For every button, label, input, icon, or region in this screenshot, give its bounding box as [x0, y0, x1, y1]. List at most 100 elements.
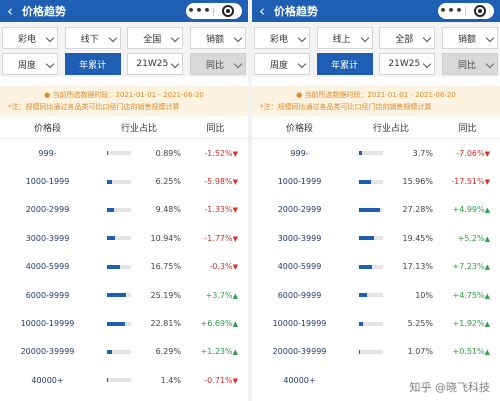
- ytd-button[interactable]: 年累计: [64, 53, 121, 75]
- share-cell: 6.29%: [95, 347, 183, 356]
- share-value: 1.07%: [407, 347, 433, 357]
- share-bar: [359, 151, 383, 156]
- yoy-dropdown[interactable]: 同比: [441, 53, 498, 75]
- share-bar-fill: [359, 293, 367, 298]
- back-icon[interactable]: ‹: [254, 0, 270, 22]
- chevron-down-icon: [297, 59, 307, 69]
- price-range-label: 6000-9999: [25, 290, 70, 300]
- table-row[interactable]: 999- 3.7% -7.06%▼: [252, 139, 500, 167]
- share-bar: [359, 236, 383, 241]
- header-price-range[interactable]: 价格段: [252, 121, 347, 134]
- region-dropdown[interactable]: 全国: [127, 27, 184, 49]
- table-row[interactable]: 40000+ 1.4% -0.71%▼: [0, 366, 248, 394]
- more-icon[interactable]: •••: [186, 3, 213, 19]
- table-row[interactable]: 10000-19999 22.81% +6.69%▲: [0, 309, 248, 337]
- arrow-down-icon: ▼: [232, 376, 238, 385]
- filter-label: 全部: [395, 34, 414, 45]
- share-bar-fill: [107, 264, 120, 269]
- table-row[interactable]: 2000-2999 9.48% -1.33%▼: [0, 196, 248, 224]
- metric-dropdown[interactable]: 销额: [441, 27, 498, 49]
- yoy-value: -1.77%: [204, 233, 233, 243]
- share-bar: [359, 264, 383, 269]
- filter-bar: 彩电 线下 全国 销额 周度 年累计 21W25 同比: [0, 22, 248, 77]
- share-value: 19.45%: [402, 233, 433, 243]
- table-row[interactable]: 3000-3999 10.94% -1.77%▼: [0, 224, 248, 252]
- metric-dropdown[interactable]: 销额: [189, 27, 246, 49]
- back-icon[interactable]: ‹: [2, 0, 18, 22]
- share-bar: [359, 349, 383, 354]
- notice-footnote: *注：规模同比通过各品类可比口径门店的销售规模计算: [8, 103, 180, 111]
- share-bar-fill: [107, 179, 112, 184]
- price-range-label: 10000-19999: [20, 319, 75, 329]
- filter-label: 同比: [457, 60, 476, 71]
- table-row[interactable]: 6000-9999 10% +4.75%▲: [252, 281, 500, 309]
- page-title: 价格趋势: [22, 5, 66, 18]
- table-row[interactable]: 4000-5999 16.75% -0.3%▼: [0, 253, 248, 281]
- header-yoy[interactable]: 同比: [435, 121, 500, 134]
- table-header: 价格段 行业占比 同比: [0, 116, 248, 139]
- table-row[interactable]: 3000-3999 19.45% +5.2%▲: [252, 224, 500, 252]
- close-miniapp-icon[interactable]: [214, 5, 241, 17]
- page-title: 价格趋势: [274, 5, 318, 18]
- table-row[interactable]: 999- 0.89% -1.52%▼: [0, 139, 248, 167]
- week-dropdown[interactable]: 21W25: [127, 53, 184, 75]
- share-cell: 22.81%: [95, 319, 183, 328]
- table-row[interactable]: 1000-1999 15.96% -17.51%▼: [252, 167, 500, 195]
- share-cell: 3.7%: [347, 149, 435, 158]
- table-row[interactable]: 20000-39999 6.29% +1.23%▲: [0, 338, 248, 366]
- share-value: 25.19%: [150, 290, 181, 300]
- period-dropdown[interactable]: 周度: [2, 53, 58, 75]
- channel-dropdown[interactable]: 线下: [64, 27, 121, 49]
- share-value: 16.75%: [150, 262, 181, 272]
- arrow-down-icon: ▼: [232, 234, 238, 243]
- category-dropdown[interactable]: 彩电: [2, 27, 58, 49]
- share-bar-fill: [359, 236, 374, 241]
- close-miniapp-icon[interactable]: [466, 5, 493, 17]
- filter-label: 同比: [205, 60, 224, 71]
- price-range-label: 20000-39999: [20, 347, 75, 357]
- header-price-range[interactable]: 价格段: [0, 121, 95, 134]
- share-cell: 5.25%: [347, 319, 435, 328]
- category-dropdown[interactable]: 彩电: [254, 27, 310, 49]
- table-row[interactable]: 6000-9999 25.19% +3.7%▲: [0, 281, 248, 309]
- header-yoy[interactable]: 同比: [183, 121, 248, 134]
- price-range-label: 2000-2999: [277, 205, 322, 215]
- week-dropdown[interactable]: 21W25: [379, 53, 436, 75]
- notice-footnote: *注：规模同比通过各品类可比口径门店的销售规模计算: [260, 103, 432, 111]
- arrow-up-icon: ▲: [232, 320, 238, 329]
- price-range-label: 3000-3999: [25, 233, 70, 243]
- ytd-button[interactable]: 年累计: [316, 53, 373, 75]
- arrow-up-icon: ▲: [484, 348, 490, 357]
- yoy-value: -17.51%: [451, 177, 485, 187]
- share-cell: 1.07%: [347, 347, 435, 356]
- share-bar: [359, 207, 383, 212]
- share-bar-fill: [359, 349, 360, 354]
- filter-label: 销额: [457, 34, 476, 45]
- table-row[interactable]: 20000-39999 1.07% +0.51%▲: [252, 338, 500, 366]
- share-bar-fill: [107, 321, 125, 326]
- miniapp-capsule: •••: [186, 3, 242, 19]
- share-value: 15.96%: [402, 177, 433, 187]
- header-industry-share[interactable]: 行业占比: [95, 121, 183, 134]
- table-row[interactable]: 2000-2999 27.28% +4.99%▲: [252, 196, 500, 224]
- more-icon[interactable]: •••: [438, 3, 465, 19]
- share-bar: [107, 236, 131, 241]
- share-cell: 9.48%: [95, 205, 183, 214]
- chevron-down-icon: [45, 59, 55, 69]
- yoy-cell: +7.23%▲: [435, 262, 500, 271]
- price-range-label: 1000-1999: [277, 177, 322, 187]
- table-row[interactable]: 4000-5999 17.13% +7.23%▲: [252, 253, 500, 281]
- table-row[interactable]: 10000-19999 5.25% +1.92%▲: [252, 309, 500, 337]
- price-range-label: 20000-39999: [272, 347, 327, 357]
- channel-dropdown[interactable]: 线上: [316, 27, 373, 49]
- yoy-dropdown[interactable]: 同比: [189, 53, 246, 75]
- share-value: 10%: [415, 290, 433, 300]
- yoy-value: +0.51%: [452, 347, 485, 357]
- header-industry-share[interactable]: 行业占比: [347, 121, 435, 134]
- region-dropdown[interactable]: 全部: [379, 27, 436, 49]
- arrow-up-icon: ▲: [232, 291, 238, 300]
- table-row[interactable]: 1000-1999 6.25% -5.98%▼: [0, 167, 248, 195]
- period-dropdown[interactable]: 周度: [254, 53, 310, 75]
- yoy-value: +3.7%: [205, 290, 233, 300]
- yoy-cell: +1.92%▲: [435, 319, 500, 328]
